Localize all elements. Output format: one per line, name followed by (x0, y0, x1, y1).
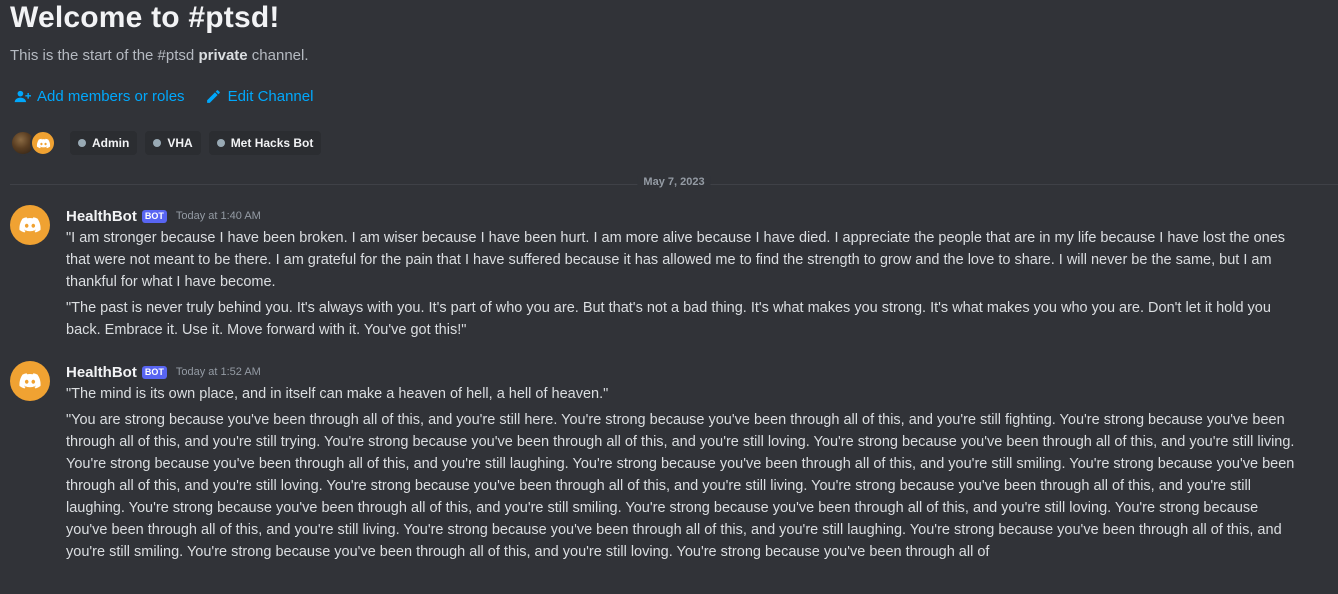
pencil-icon (206, 90, 220, 103)
role-color-dot (153, 139, 162, 147)
author-avatar[interactable] (10, 205, 50, 245)
message[interactable]: HealthBot BOT Today at 1:52 AM "The mind… (10, 361, 1298, 567)
date-divider-label: May 7, 2023 (637, 176, 711, 188)
channel-page: Welcome to #ptsd! This is the start of t… (0, 0, 1338, 594)
channel-members-row: Admin VHA Met Hacks Bot (10, 130, 322, 156)
role-color-dot (78, 139, 86, 147)
role-chip-met-hacks-bot[interactable]: Met Hacks Bot (208, 131, 322, 155)
bot-tag: BOT (141, 365, 167, 379)
welcome-subtitle: This is the start of the #ptsd private c… (10, 47, 309, 64)
subtitle-prefix: This is the start of the #ptsd (10, 47, 199, 64)
add-members-icon (14, 90, 31, 103)
role-label: Admin (92, 136, 130, 150)
message-header: HealthBot BOT Today at 1:40 AM (66, 205, 1298, 227)
role-chip-admin[interactable]: Admin (70, 131, 138, 155)
edit-channel-label: Edit Channel (227, 88, 314, 105)
author-name[interactable]: HealthBot (66, 364, 137, 381)
role-label: Met Hacks Bot (230, 136, 314, 150)
role-chip-vha[interactable]: VHA (145, 131, 201, 155)
role-label: VHA (167, 136, 193, 150)
channel-actions: Add members or roles Edit Channel (14, 88, 313, 105)
role-chips: Admin VHA Met Hacks Bot (70, 131, 322, 155)
date-divider: May 7, 2023 (10, 176, 1338, 188)
subtitle-private-label: private (198, 47, 248, 64)
message-timestamp: Today at 1:52 AM (175, 366, 261, 378)
author-avatar[interactable] (10, 361, 50, 401)
message-body: HealthBot BOT Today at 1:52 AM "The mind… (66, 361, 1298, 563)
message-text: "I am stronger because I have been broke… (66, 230, 1286, 290)
discord-logo-icon (36, 138, 50, 148)
member-avatar-bot[interactable] (30, 130, 56, 156)
welcome-title: Welcome to #ptsd! (10, 1, 280, 34)
add-members-label: Add members or roles (37, 88, 185, 105)
message-timestamp: Today at 1:40 AM (175, 210, 261, 222)
author-name[interactable]: HealthBot (66, 208, 137, 225)
bot-tag: BOT (141, 209, 167, 223)
add-members-button[interactable]: Add members or roles (14, 88, 185, 105)
message-header: HealthBot BOT Today at 1:52 AM (66, 361, 1298, 383)
message-text: "The mind is its own place, and in itsel… (66, 386, 609, 402)
edit-channel-button[interactable]: Edit Channel (205, 88, 314, 105)
message-text: "The past is never truly behind you. It'… (66, 300, 1271, 338)
discord-logo-icon (19, 217, 41, 233)
message-text: "You are strong because you've been thro… (66, 412, 1295, 560)
message-body: HealthBot BOT Today at 1:40 AM "I am str… (66, 205, 1298, 341)
role-color-dot (216, 139, 225, 147)
message[interactable]: HealthBot BOT Today at 1:40 AM "I am str… (10, 205, 1298, 345)
subtitle-suffix: channel. (247, 47, 309, 64)
discord-logo-icon (19, 373, 41, 389)
